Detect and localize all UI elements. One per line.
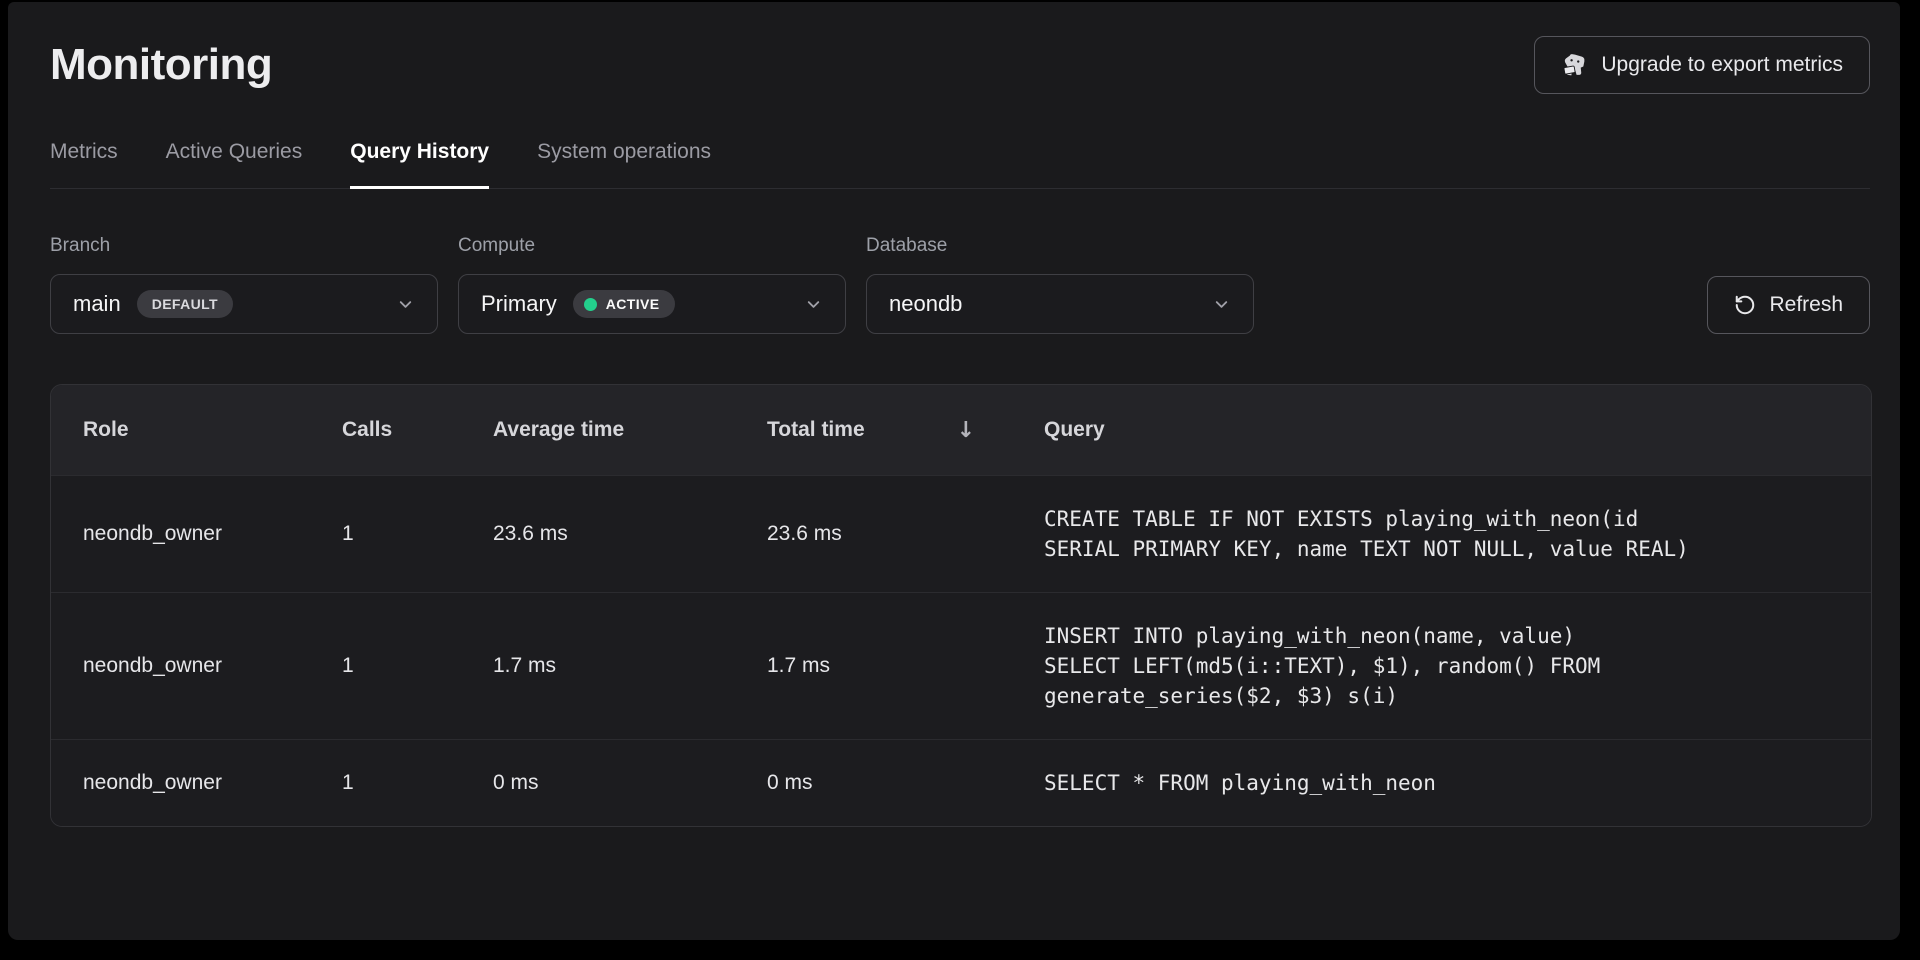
upgrade-to-export-metrics-button[interactable]: Upgrade to export metrics (1534, 36, 1870, 94)
branch-select[interactable]: main DEFAULT (50, 274, 438, 334)
column-header-calls[interactable]: Calls (342, 418, 493, 442)
refresh-button-label: Refresh (1769, 293, 1843, 317)
chevron-down-icon (1212, 295, 1231, 314)
content-panel: Monitoring Upgrade to export metrics Met… (8, 2, 1900, 940)
query-history-table: Role Calls Average time Total time ↓ Que… (50, 384, 1872, 827)
tab-system-operations[interactable]: System operations (537, 140, 711, 188)
average-time-cell: 1.7 ms (493, 654, 767, 678)
role-cell: neondb_owner (83, 522, 342, 546)
total-time-cell: 0 ms (767, 771, 1044, 795)
default-badge: DEFAULT (137, 290, 233, 318)
column-header-total-time[interactable]: Total time ↓ (767, 418, 1044, 443)
table-row: neondb_owner 1 1.7 ms 1.7 ms INSERT INTO… (51, 592, 1871, 739)
compute-value: Primary (481, 291, 557, 317)
tab-active-queries[interactable]: Active Queries (166, 140, 303, 188)
calls-cell: 1 (342, 522, 493, 546)
table-row: neondb_owner 1 23.6 ms 23.6 ms CREATE TA… (51, 475, 1871, 592)
page-header: Monitoring Upgrade to export metrics (50, 36, 1870, 94)
compute-label: Compute (458, 235, 846, 257)
average-time-cell: 0 ms (493, 771, 767, 795)
calls-cell: 1 (342, 654, 493, 678)
active-status-label: ACTIVE (606, 296, 660, 312)
role-cell: neondb_owner (83, 771, 342, 795)
chevron-down-icon (804, 295, 823, 314)
query-cell: INSERT INTO playing_with_neon(name, valu… (1044, 621, 1689, 711)
query-cell: CREATE TABLE IF NOT EXISTS playing_with_… (1044, 504, 1689, 564)
branch-label: Branch (50, 235, 438, 257)
tab-query-history[interactable]: Query History (350, 140, 489, 188)
compute-filter: Compute Primary ACTIVE (458, 235, 846, 334)
column-header-role[interactable]: Role (83, 418, 342, 442)
database-label: Database (866, 235, 1254, 257)
database-value: neondb (889, 291, 962, 317)
database-filter: Database neondb (866, 235, 1254, 334)
sort-descending-icon: ↓ (957, 418, 975, 443)
tab-metrics[interactable]: Metrics (50, 140, 118, 188)
query-cell: SELECT * FROM playing_with_neon (1044, 768, 1689, 798)
monitoring-page: Monitoring Upgrade to export metrics Met… (0, 0, 1920, 960)
table-row: neondb_owner 1 0 ms 0 ms SELECT * FROM p… (51, 739, 1871, 826)
database-select[interactable]: neondb (866, 274, 1254, 334)
upgrade-button-label: Upgrade to export metrics (1601, 53, 1843, 77)
page-title: Monitoring (50, 40, 272, 90)
refresh-button[interactable]: Refresh (1707, 276, 1870, 334)
active-status-dot (584, 298, 597, 311)
role-cell: neondb_owner (83, 654, 342, 678)
column-header-average-time[interactable]: Average time (493, 418, 767, 442)
chevron-down-icon (396, 295, 415, 314)
average-time-cell: 23.6 ms (493, 522, 767, 546)
table-header-row: Role Calls Average time Total time ↓ Que… (51, 385, 1871, 475)
datadog-dog-icon (1561, 53, 1588, 78)
compute-select[interactable]: Primary ACTIVE (458, 274, 846, 334)
filters-row: Branch main DEFAULT Compute Primary ACTI… (50, 235, 1870, 334)
total-time-cell: 23.6 ms (767, 522, 1044, 546)
active-status-badge: ACTIVE (573, 290, 675, 318)
tab-bar: Metrics Active Queries Query History Sys… (50, 140, 1870, 189)
total-time-cell: 1.7 ms (767, 654, 1044, 678)
total-time-label: Total time (767, 418, 865, 442)
branch-filter: Branch main DEFAULT (50, 235, 438, 334)
column-header-query[interactable]: Query (1044, 418, 1839, 442)
refresh-icon (1734, 294, 1756, 316)
branch-value: main (73, 291, 121, 317)
calls-cell: 1 (342, 771, 493, 795)
